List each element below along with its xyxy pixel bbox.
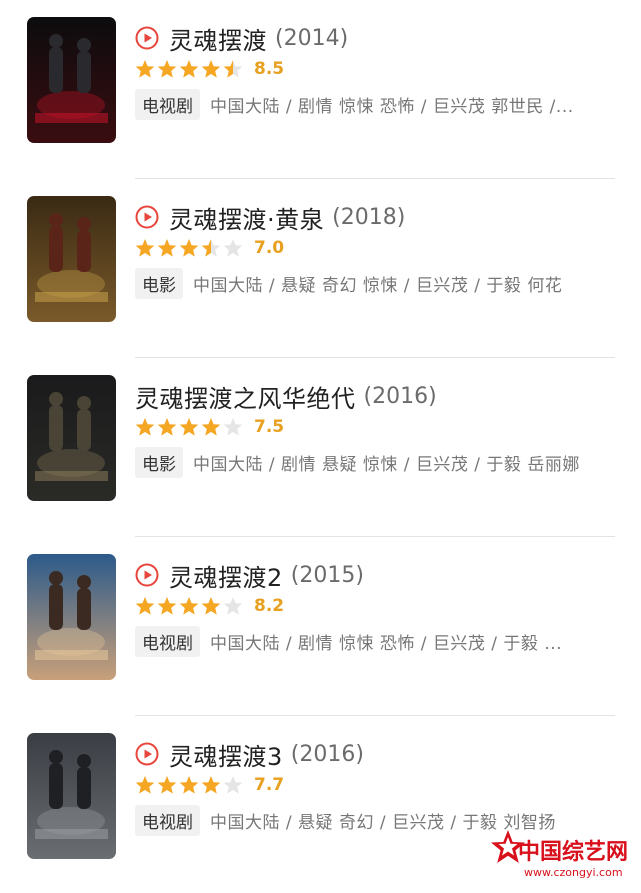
poster-image[interactable] bbox=[27, 17, 116, 143]
watermark-url: www.czongyi.com bbox=[524, 866, 623, 879]
star-icon bbox=[179, 597, 199, 615]
info-row: 电影 中国大陆 / 悬疑 奇幻 惊悚 / 巨兴茂 / 于毅 何花 bbox=[135, 267, 562, 299]
star-icon bbox=[135, 597, 155, 615]
poster-image[interactable] bbox=[27, 375, 116, 501]
play-icon[interactable] bbox=[135, 205, 159, 229]
info-row: 电影 中国大陆 / 剧情 悬疑 惊悚 / 巨兴茂 / 于毅 岳丽娜 bbox=[135, 446, 580, 478]
star-icon bbox=[135, 60, 155, 78]
star-icon bbox=[157, 776, 177, 794]
movie-year: (2018) bbox=[332, 204, 406, 230]
rating-row: 7.5 bbox=[135, 415, 284, 439]
movie-title[interactable]: 灵魂摆渡2 bbox=[169, 558, 283, 593]
star-rating bbox=[135, 59, 245, 79]
movie-meta: 中国大陆 / 剧情 惊悚 恐怖 / 巨兴茂 / 于毅 ... bbox=[210, 633, 563, 654]
site-watermark: 中国综艺网 www.czongyi.com bbox=[488, 826, 638, 888]
movie-meta: 中国大陆 / 剧情 惊悚 恐怖 / 巨兴茂 郭世民 /... bbox=[210, 96, 574, 117]
star-icon bbox=[201, 418, 221, 436]
star-icon bbox=[179, 418, 199, 436]
star-icon bbox=[157, 60, 177, 78]
movie-title[interactable]: 灵魂摆渡 bbox=[169, 21, 267, 56]
poster-image[interactable] bbox=[27, 196, 116, 322]
star-rating bbox=[135, 596, 245, 616]
rating-row: 7.7 bbox=[135, 773, 284, 797]
movie-year: (2016) bbox=[290, 741, 364, 767]
star-icon bbox=[223, 418, 243, 436]
star-icon bbox=[223, 776, 243, 794]
star-rating bbox=[135, 775, 245, 795]
poster-image[interactable] bbox=[27, 554, 116, 680]
type-badge: 电视剧 bbox=[135, 88, 200, 120]
star-icon bbox=[157, 418, 177, 436]
type-badge: 电视剧 bbox=[135, 625, 200, 657]
rating-score: 7.0 bbox=[254, 238, 285, 258]
star-icon bbox=[201, 597, 221, 615]
movie-list: 灵魂摆渡 (2014) 8.5 电视剧 中国大陆 / 剧情 惊悚 恐怖 / 巨兴茂 郭… bbox=[0, 0, 641, 893]
play-icon[interactable] bbox=[135, 26, 159, 50]
star-icon bbox=[135, 776, 155, 794]
movie-meta: 中国大陆 / 悬疑 奇幻 惊悚 / 巨兴茂 / 于毅 何花 bbox=[193, 275, 563, 296]
info-row: 电视剧 中国大陆 / 剧情 惊悚 恐怖 / 巨兴茂 / 于毅 ... bbox=[135, 625, 562, 657]
star-icon bbox=[223, 239, 243, 257]
title-row[interactable]: 灵魂摆渡之风华绝代 (2016) bbox=[135, 379, 437, 413]
title-row[interactable]: 灵魂摆渡2 (2015) bbox=[135, 558, 364, 592]
rating-row: 8.2 bbox=[135, 594, 284, 618]
rating-row: 7.0 bbox=[135, 236, 284, 260]
star-rating bbox=[135, 417, 245, 437]
star-icon bbox=[223, 597, 243, 615]
rating-score: 8.2 bbox=[254, 596, 285, 616]
rating-score: 8.5 bbox=[254, 59, 285, 79]
movie-list-item[interactable]: 灵魂摆渡 (2014) 8.5 电视剧 中国大陆 / 剧情 惊悚 恐怖 / 巨兴茂 郭… bbox=[0, 0, 641, 179]
star-icon bbox=[201, 776, 221, 794]
movie-year: (2014) bbox=[275, 25, 349, 51]
rating-row: 8.5 bbox=[135, 57, 284, 81]
movie-title[interactable]: 灵魂摆渡·黄泉 bbox=[169, 200, 324, 235]
movie-list-item[interactable]: 灵魂摆渡之风华绝代 (2016) 7.5 电影 中国大陆 / 剧情 悬疑 惊悚 / 巨… bbox=[0, 358, 641, 537]
info-row: 电视剧 中国大陆 / 剧情 惊悚 恐怖 / 巨兴茂 郭世民 /... bbox=[135, 88, 574, 120]
star-icon bbox=[201, 239, 221, 257]
type-badge: 电视剧 bbox=[135, 804, 200, 836]
star-rating bbox=[135, 238, 245, 258]
movie-list-item[interactable]: 灵魂摆渡2 (2015) 8.2 电视剧 中国大陆 / 剧情 惊悚 恐怖 / 巨兴茂 … bbox=[0, 537, 641, 716]
star-icon bbox=[201, 60, 221, 78]
type-badge: 电影 bbox=[135, 267, 183, 299]
title-row[interactable]: 灵魂摆渡 (2014) bbox=[135, 21, 348, 55]
watermark-text: 中国综艺网 bbox=[518, 840, 629, 865]
rating-score: 7.5 bbox=[254, 417, 285, 437]
movie-list-item[interactable]: 灵魂摆渡·黄泉 (2018) 7.0 电影 中国大陆 / 悬疑 奇幻 惊悚 / 巨兴茂 bbox=[0, 179, 641, 358]
play-icon[interactable] bbox=[135, 742, 159, 766]
star-icon bbox=[157, 239, 177, 257]
star-icon bbox=[179, 60, 199, 78]
poster-image[interactable] bbox=[27, 733, 116, 859]
movie-title[interactable]: 灵魂摆渡3 bbox=[169, 737, 283, 772]
movie-year: (2016) bbox=[363, 383, 437, 409]
type-badge: 电影 bbox=[135, 446, 183, 478]
movie-meta: 中国大陆 / 剧情 悬疑 惊悚 / 巨兴茂 / 于毅 岳丽娜 bbox=[193, 454, 580, 475]
star-icon bbox=[157, 597, 177, 615]
movie-year: (2015) bbox=[290, 562, 364, 588]
star-icon bbox=[135, 418, 155, 436]
star-icon bbox=[223, 60, 243, 78]
star-icon bbox=[135, 239, 155, 257]
title-row[interactable]: 灵魂摆渡·黄泉 (2018) bbox=[135, 200, 405, 234]
movie-title[interactable]: 灵魂摆渡之风华绝代 bbox=[135, 379, 356, 414]
rating-score: 7.7 bbox=[254, 775, 285, 795]
title-row[interactable]: 灵魂摆渡3 (2016) bbox=[135, 737, 364, 771]
play-icon[interactable] bbox=[135, 563, 159, 587]
star-icon bbox=[179, 239, 199, 257]
star-icon bbox=[179, 776, 199, 794]
